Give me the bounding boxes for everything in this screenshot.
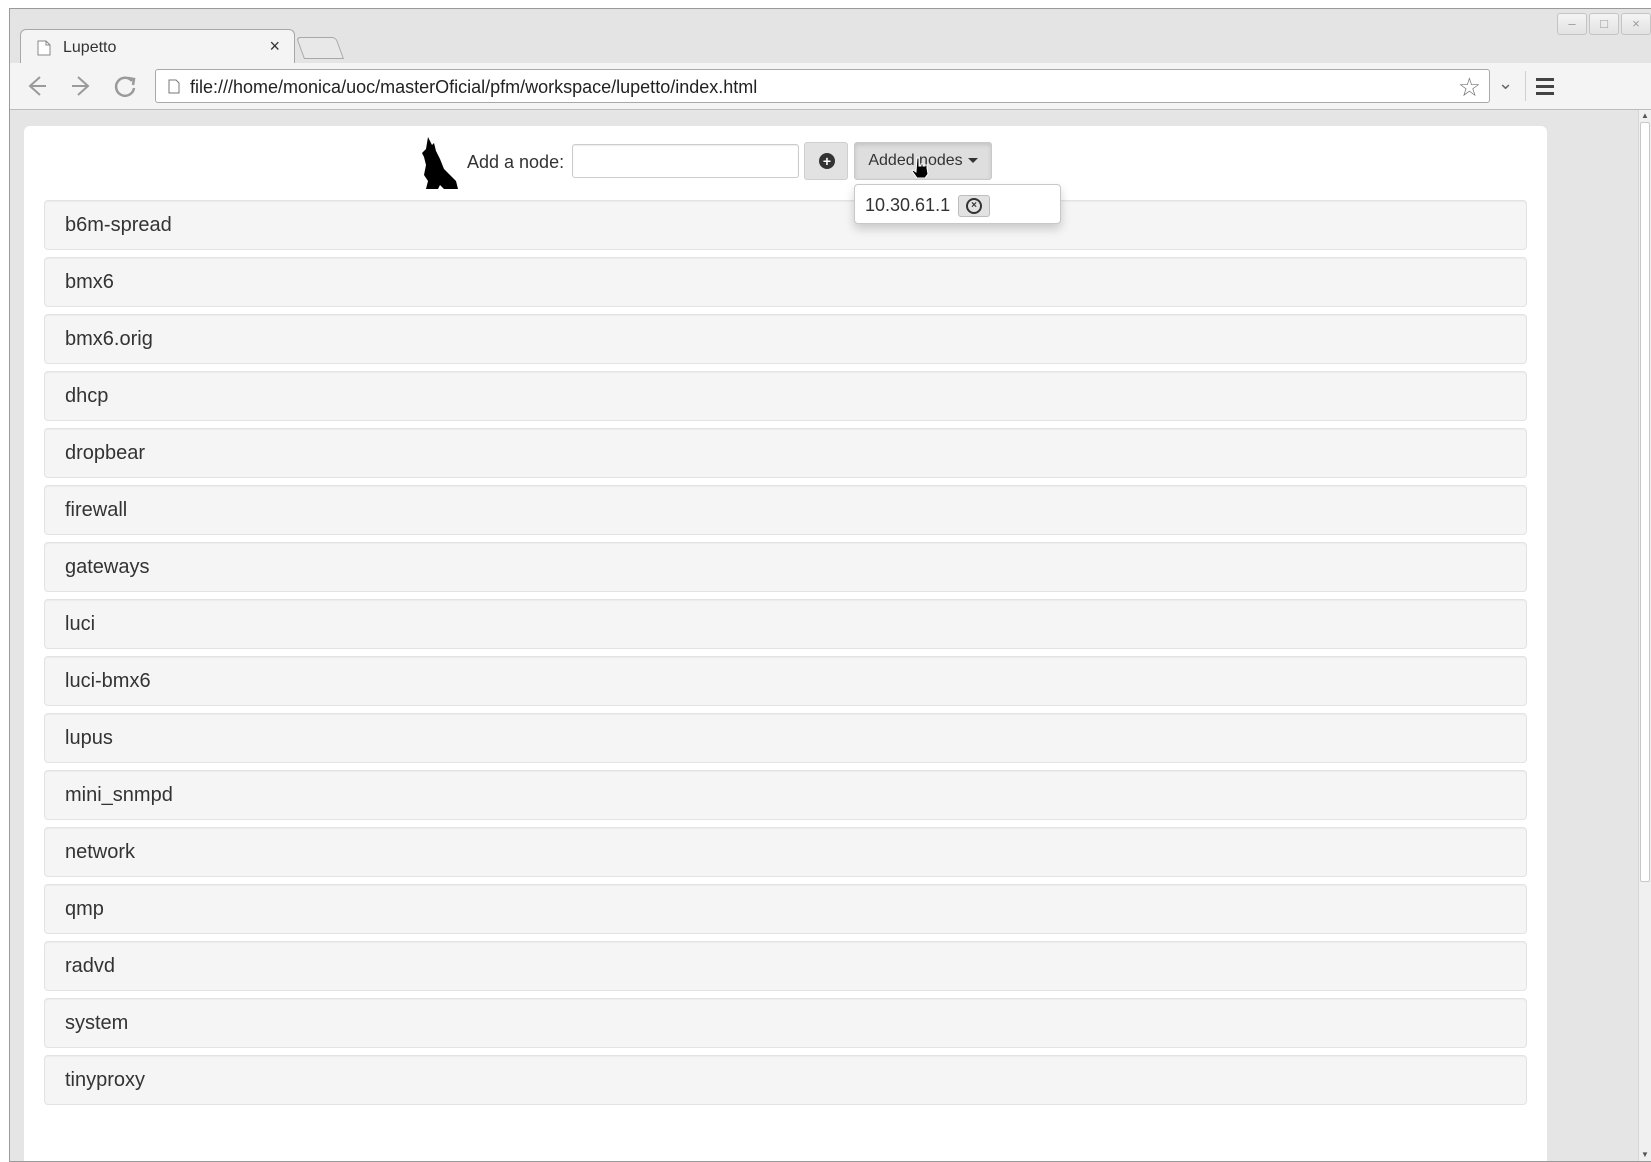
address-bar[interactable]: file:///home/monica/uoc/masterOficial/pf…	[155, 69, 1490, 103]
package-item[interactable]: dhcp	[44, 371, 1527, 421]
package-item[interactable]: gateways	[44, 542, 1527, 592]
minimize-button[interactable]: –	[1557, 13, 1587, 35]
close-window-button[interactable]: ×	[1621, 13, 1651, 35]
reload-icon[interactable]	[110, 71, 140, 101]
chevron-down-icon[interactable]: ⌄	[1498, 73, 1513, 94]
page-icon	[37, 40, 51, 56]
page-content: Add a node: + Added nodes 10.30.61.1 × b…	[24, 126, 1547, 1161]
package-item[interactable]: system	[44, 998, 1527, 1048]
new-tab-button[interactable]	[295, 37, 345, 59]
package-item[interactable]: lupus	[44, 713, 1527, 763]
tab-close-icon[interactable]: ×	[269, 36, 280, 57]
package-item[interactable]: qmp	[44, 884, 1527, 934]
package-item[interactable]: bmx6	[44, 257, 1527, 307]
scroll-up-icon[interactable]: ▲	[1640, 111, 1650, 121]
package-item[interactable]: luci-bmx6	[44, 656, 1527, 706]
vertical-scrollbar[interactable]: ▲ ▼	[1638, 110, 1651, 1161]
tab-lupetto[interactable]: Lupetto ×	[20, 29, 295, 65]
remove-node-button[interactable]: ×	[958, 195, 990, 217]
tab-title: Lupetto	[63, 39, 117, 56]
hamburger-menu-icon[interactable]	[1530, 71, 1560, 101]
package-item[interactable]: mini_snmpd	[44, 770, 1527, 820]
scroll-thumb[interactable]	[1640, 122, 1650, 882]
package-item[interactable]: b6m-spread	[44, 200, 1527, 250]
node-ip: 10.30.61.1	[865, 195, 951, 215]
package-list: b6m-spread bmx6 bmx6.orig dhcp dropbear firew…	[44, 200, 1527, 1112]
window-controls: – □ ×	[1557, 13, 1651, 35]
package-item[interactable]: tinyproxy	[44, 1055, 1527, 1105]
package-item[interactable]: firewall	[44, 485, 1527, 535]
plus-circle-icon: +	[819, 153, 835, 169]
back-arrow-icon[interactable]	[22, 71, 52, 101]
scroll-down-icon[interactable]: ▼	[1640, 1150, 1650, 1160]
node-header: Add a node: + Added nodes 10.30.61.1 ×	[24, 126, 1547, 224]
bookmark-star-icon[interactable]: ☆	[1458, 72, 1481, 103]
hand-cursor-icon	[911, 157, 929, 178]
caret-down-icon	[967, 158, 978, 164]
add-node-label: Add a node:	[467, 152, 565, 172]
url-text[interactable]: file:///home/monica/uoc/masterOficial/pf…	[190, 77, 757, 98]
package-item[interactable]: dropbear	[44, 428, 1527, 478]
forward-arrow-icon[interactable]	[66, 71, 96, 101]
add-node-button[interactable]: +	[804, 142, 848, 180]
maximize-button[interactable]: □	[1589, 13, 1619, 35]
browser-window: Lupetto × – □ × file:///home/monica/uoc/…	[9, 8, 1651, 1162]
toolbar-divider	[1525, 71, 1526, 101]
node-input[interactable]	[572, 144, 799, 178]
package-item[interactable]: luci	[44, 599, 1527, 649]
close-circle-icon: ×	[966, 198, 982, 214]
added-nodes-dropdown: 10.30.61.1 ×	[854, 184, 1061, 224]
package-item[interactable]: bmx6.orig	[44, 314, 1527, 364]
wolf-logo-icon	[422, 137, 458, 189]
page-icon	[168, 79, 180, 94]
page-viewport: Add a node: + Added nodes 10.30.61.1 × b…	[10, 110, 1651, 1161]
package-item[interactable]: network	[44, 827, 1527, 877]
package-item[interactable]: radvd	[44, 941, 1527, 991]
title-bar: Lupetto × – □ ×	[10, 9, 1651, 65]
browser-toolbar: file:///home/monica/uoc/masterOficial/pf…	[10, 63, 1651, 110]
